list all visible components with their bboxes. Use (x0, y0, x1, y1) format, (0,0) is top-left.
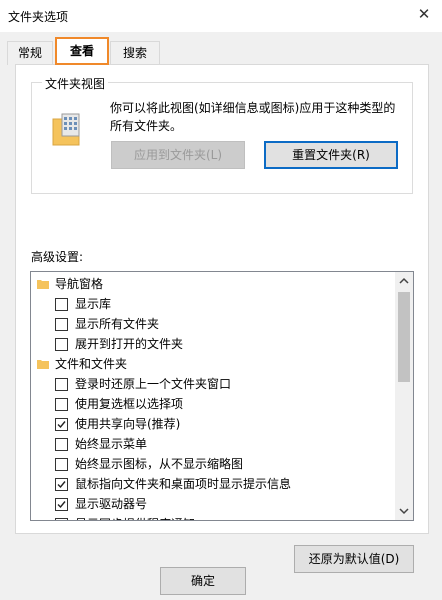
scroll-down-icon[interactable] (398, 505, 410, 517)
folder-views-legend: 文件夹视图 (42, 75, 109, 92)
option-label: 始终显示菜单 (75, 437, 148, 451)
option-row[interactable]: 使用复选框以选择项 (31, 394, 395, 414)
folder-view-icon (52, 113, 80, 146)
option-label: 显示同步提供程序通知 (75, 514, 195, 520)
category-label: 文件和文件夹 (55, 357, 128, 371)
reset-folders-button[interactable]: 重置文件夹(R) (264, 141, 398, 169)
option-label: 显示所有文件夹 (75, 317, 160, 331)
option-label: 鼠标指向文件夹和桌面项时显示提示信息 (75, 477, 292, 491)
close-icon[interactable]: ✕ (414, 4, 434, 24)
category-row: 文件和文件夹 (31, 354, 395, 374)
list-scrollbar[interactable] (395, 272, 413, 520)
checkbox-checked[interactable] (55, 478, 68, 491)
checkbox[interactable] (55, 338, 68, 351)
option-label: 始终显示图标，从不显示缩略图 (75, 457, 244, 471)
checkmark-icon (57, 481, 66, 489)
advanced-settings-items: 导航窗格显示库显示所有文件夹展开到打开的文件夹文件和文件夹登录时还原上一个文件夹… (31, 272, 395, 520)
category-row: 导航窗格 (31, 274, 395, 294)
checkbox[interactable] (55, 398, 68, 411)
option-label: 显示库 (75, 297, 112, 311)
apply-to-folders-button[interactable]: 应用到文件夹(L) (111, 141, 245, 169)
checkbox-checked[interactable] (55, 498, 68, 511)
option-row[interactable]: 鼠标指向文件夹和桌面项时显示提示信息 (31, 474, 395, 494)
ok-button[interactable]: 确定 (160, 567, 246, 595)
folder-icon (37, 280, 49, 289)
option-row[interactable]: 始终显示菜单 (31, 434, 395, 454)
option-label: 展开到打开的文件夹 (75, 337, 184, 351)
scroll-up-icon[interactable] (398, 275, 410, 287)
checkbox[interactable] (55, 318, 68, 331)
category-label: 导航窗格 (55, 277, 104, 291)
option-row[interactable]: 显示库 (31, 294, 395, 314)
checkbox-checked[interactable] (55, 518, 68, 520)
checkbox-checked[interactable] (55, 418, 68, 431)
folder-views-group: 文件夹视图 你可以将此视图(如详细信息或图标)应用于这种类型的所有文件夹。 应用… (31, 75, 413, 194)
dialog-body: 常规 查看 搜索 文件夹视图 你可以将此视图(如详细信息或图标)应用于这种类型的… (0, 32, 442, 600)
title-bar: 文件夹选项 ✕ (0, 0, 442, 32)
option-label: 显示驱动器号 (75, 497, 148, 511)
checkmark-icon (57, 501, 66, 509)
checkbox[interactable] (55, 458, 68, 471)
option-row[interactable]: 显示同步提供程序通知 (31, 514, 395, 520)
checkbox[interactable] (55, 378, 68, 391)
advanced-settings-label: 高级设置: (31, 250, 84, 264)
option-row[interactable]: 始终显示图标，从不显示缩略图 (31, 454, 395, 474)
restore-defaults-button[interactable]: 还原为默认值(D) (294, 545, 414, 573)
view-tab-panel: 文件夹视图 你可以将此视图(如详细信息或图标)应用于这种类型的所有文件夹。 应用… (15, 64, 429, 573)
scroll-thumb[interactable] (398, 292, 410, 382)
checkbox[interactable] (55, 438, 68, 451)
option-row[interactable]: 使用共享向导(推荐) (31, 414, 395, 434)
checkmark-icon (57, 421, 66, 429)
option-row[interactable]: 显示所有文件夹 (31, 314, 395, 334)
tab-search[interactable]: 搜索 (110, 41, 160, 65)
option-label: 登录时还原上一个文件夹窗口 (75, 377, 232, 391)
checkbox[interactable] (55, 298, 68, 311)
advanced-settings-list[interactable]: 导航窗格显示库显示所有文件夹展开到打开的文件夹文件和文件夹登录时还原上一个文件夹… (30, 271, 414, 521)
tab-view[interactable]: 查看 (55, 37, 109, 65)
folder-views-description: 你可以将此视图(如详细信息或图标)应用于这种类型的所有文件夹。 (110, 101, 396, 133)
folder-icon (37, 360, 49, 369)
window-title: 文件夹选项 (8, 10, 69, 24)
option-label: 使用共享向导(推荐) (75, 417, 181, 431)
option-row[interactable]: 登录时还原上一个文件夹窗口 (31, 374, 395, 394)
option-row[interactable]: 显示驱动器号 (31, 494, 395, 514)
option-label: 使用复选框以选择项 (75, 397, 184, 411)
option-row[interactable]: 展开到打开的文件夹 (31, 334, 395, 354)
tab-general[interactable]: 常规 (7, 41, 53, 65)
